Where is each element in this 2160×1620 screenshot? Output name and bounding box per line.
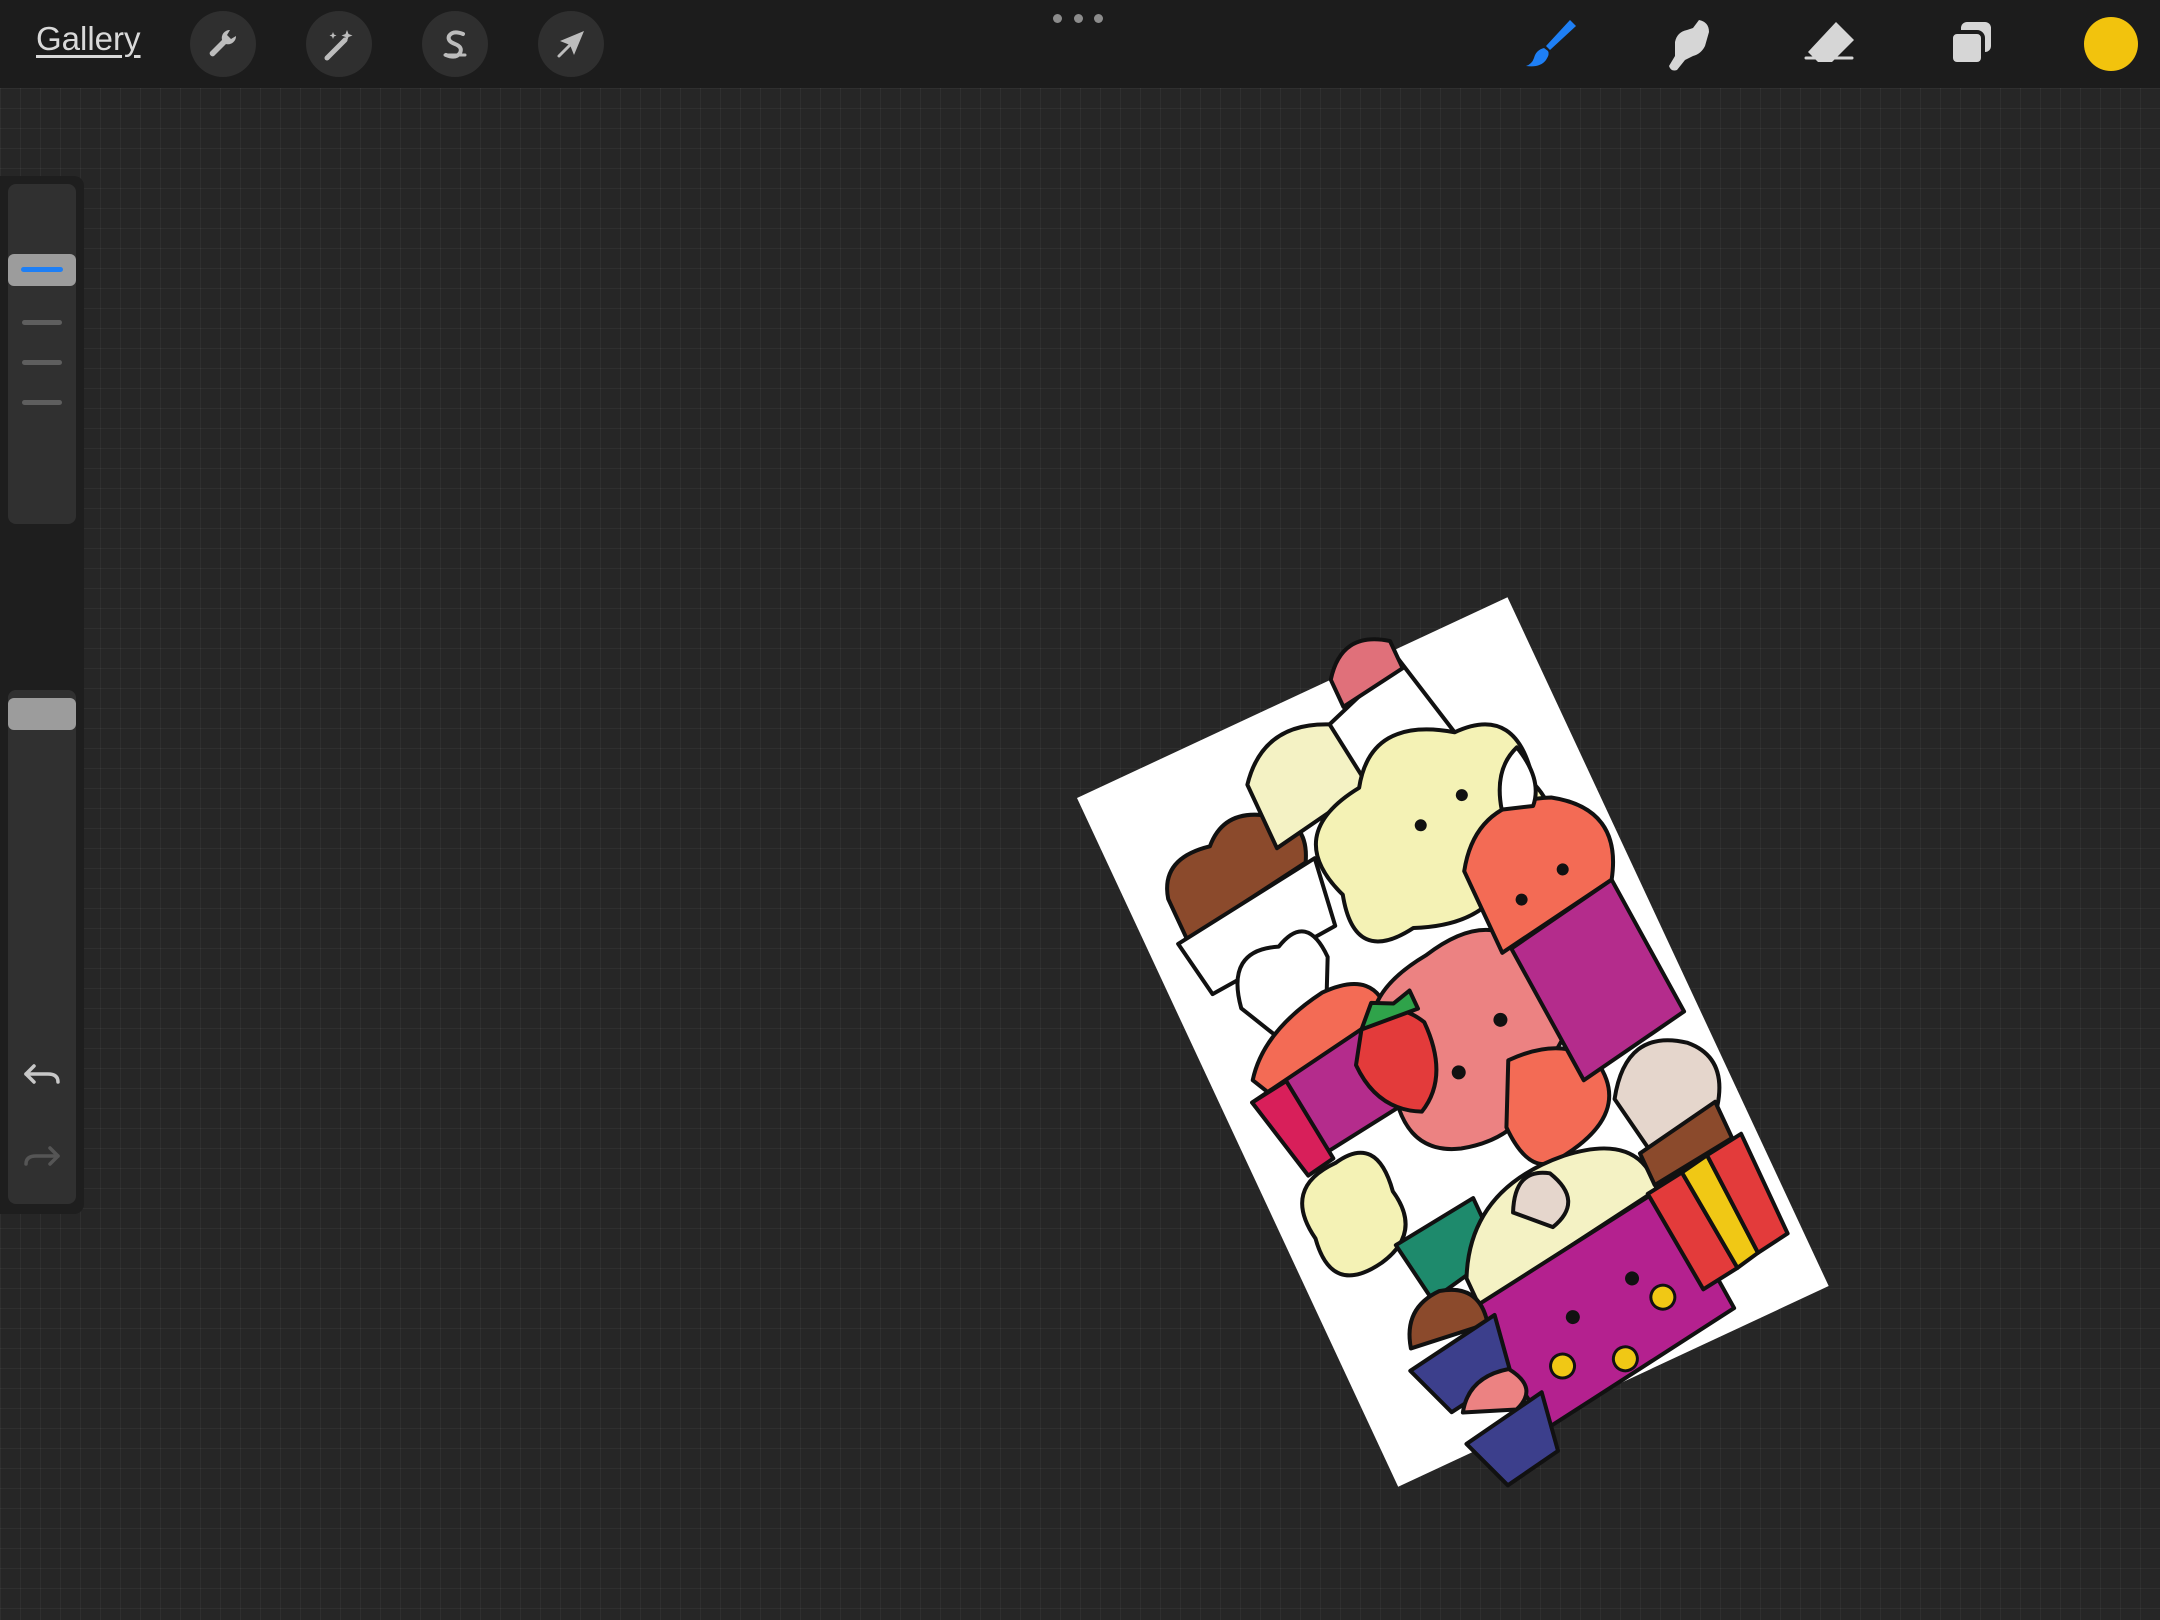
smudge-finger-icon <box>1669 20 1709 71</box>
adjustments-button[interactable] <box>306 11 372 77</box>
brush-size-indicator <box>21 267 63 272</box>
eraser-icon <box>1804 22 1854 62</box>
left-sidebar <box>0 176 84 1214</box>
selection-button[interactable] <box>422 11 488 77</box>
slider-tick <box>22 320 62 325</box>
opacity-thumb[interactable] <box>8 698 76 730</box>
slider-tick <box>22 360 62 365</box>
brush-size-thumb[interactable] <box>8 254 76 286</box>
color-picker-swatch[interactable] <box>2084 17 2138 71</box>
eraser-tool[interactable] <box>1796 10 1864 78</box>
transform-button[interactable] <box>538 11 604 77</box>
selection-s-icon <box>443 30 467 59</box>
more-options-dots[interactable] <box>1053 14 1103 26</box>
gallery-button[interactable]: Gallery <box>36 20 141 58</box>
brush-tool[interactable] <box>1516 10 1584 78</box>
layers-icon <box>1949 22 1991 66</box>
opacity-slider[interactable] <box>8 690 76 1030</box>
redo-icon[interactable] <box>20 1134 64 1178</box>
arrow-cursor-icon <box>557 31 584 58</box>
brush-size-slider[interactable] <box>8 184 76 524</box>
actions-button[interactable] <box>190 11 256 77</box>
undo-icon[interactable] <box>20 1052 64 1096</box>
wrench-icon <box>209 29 237 57</box>
slider-tick <box>22 400 62 405</box>
artwork-canvas[interactable] <box>1077 553 1937 1493</box>
layers-tool[interactable] <box>1937 10 2005 78</box>
smudge-tool[interactable] <box>1655 10 1723 78</box>
magic-wand-icon <box>324 30 353 61</box>
top-toolbar: Gallery <box>0 0 2160 88</box>
brush-icon <box>1526 20 1576 67</box>
